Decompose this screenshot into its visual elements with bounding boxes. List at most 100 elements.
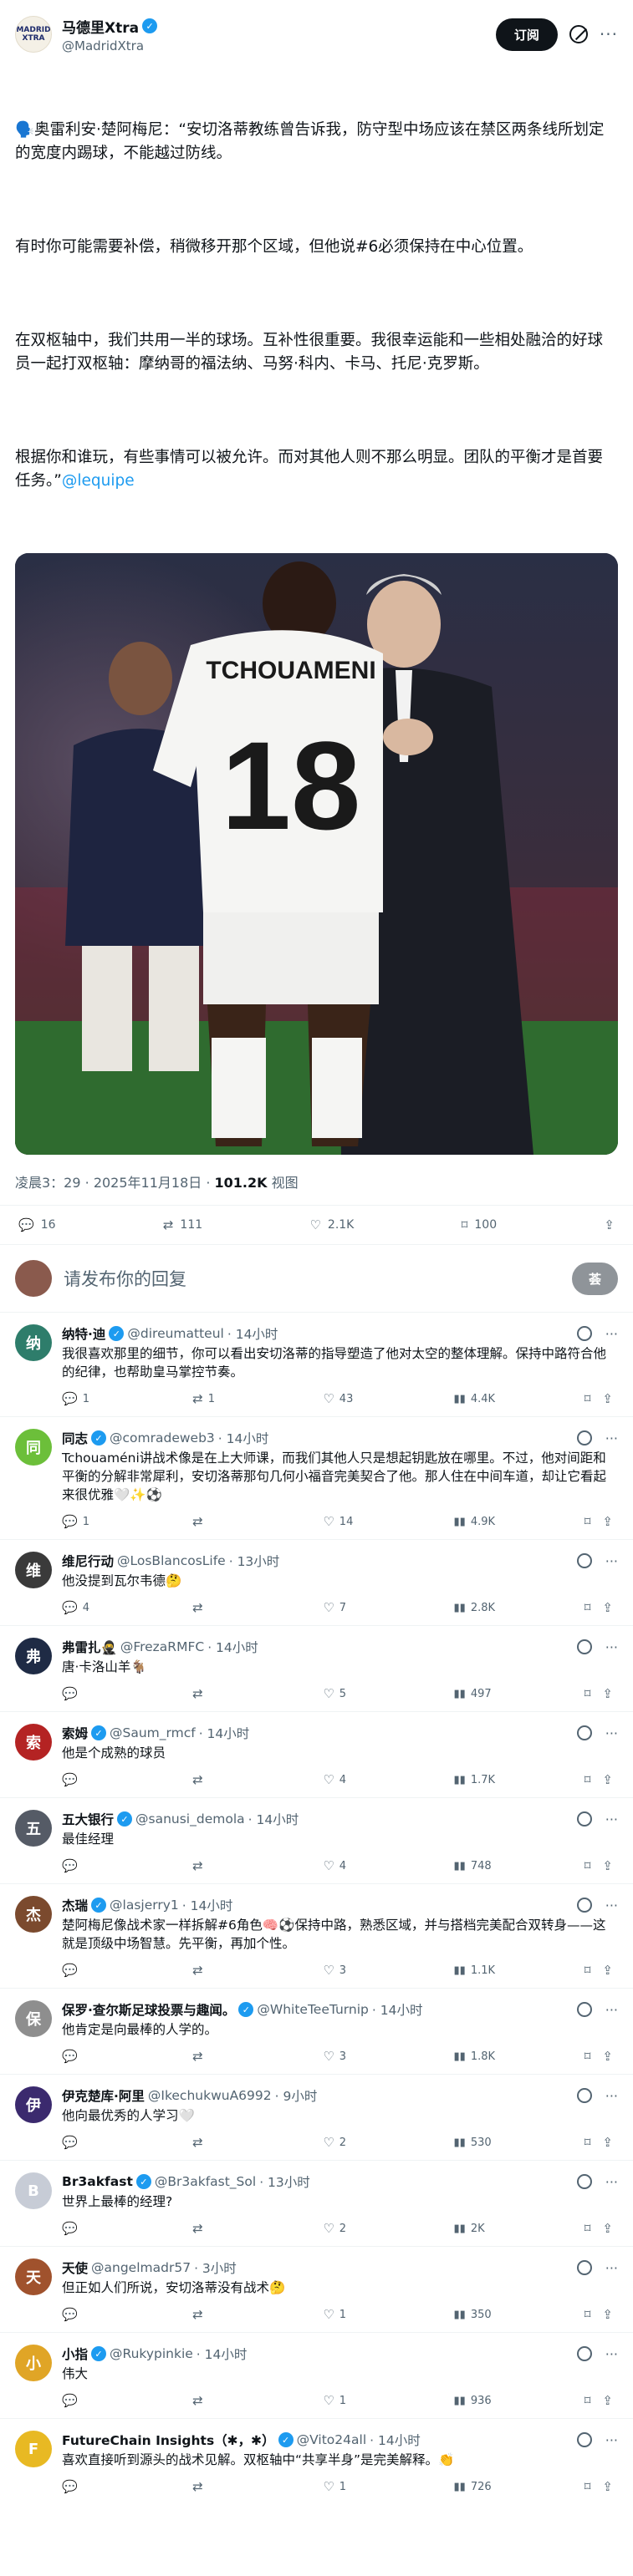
reply-avatar[interactable]: F (15, 2431, 52, 2467)
retweet-action[interactable]: ⇄ (192, 2049, 242, 2064)
share-icon[interactable]: ⇪ (602, 2049, 613, 2064)
more-options-icon[interactable]: ··· (605, 2260, 618, 2276)
reply-time[interactable]: · 9小时 (275, 2086, 318, 2105)
views-action[interactable]: ▮▮ 4.9K (454, 1514, 504, 1529)
tweet-photo[interactable]: TCHOUAMENI 18 (15, 553, 618, 1155)
bookmark-icon[interactable]: ⌑ (585, 1514, 591, 1529)
reply-author-name[interactable]: 小指 (62, 2345, 88, 2363)
reply-action[interactable]: 💬 1 (62, 1514, 112, 1529)
reply-author-name[interactable]: Br3akfast (62, 2174, 133, 2189)
reply-item[interactable]: 天 天使 @angelmadr57 · 3小时 ··· 但正如人们所说，安切洛蒂… (0, 2246, 633, 2332)
like-action[interactable]: ♡ 2 (323, 2221, 373, 2236)
reply-author-handle[interactable]: @sanusi_demola (135, 1811, 245, 1827)
bookmark-icon[interactable]: ⌑ (585, 1391, 591, 1406)
retweet-action[interactable]: ⇄ (192, 1858, 242, 1873)
like-action[interactable]: ♡ 7 (323, 1600, 373, 1615)
grok-icon[interactable] (576, 2346, 592, 2361)
reply-item[interactable]: 弗 弗雷扎🥷 @FrezaRMFC · 14小时 ··· 唐·卡洛山羊🐐 💬 ⇄… (0, 1625, 633, 1711)
reply-time[interactable]: · 14小时 (218, 1429, 269, 1447)
reply-submit-button[interactable]: 荟 (571, 1262, 618, 1295)
retweet-action[interactable]: ⇄ (192, 1600, 242, 1615)
grok-icon[interactable] (576, 1430, 592, 1446)
more-options-icon[interactable]: ··· (605, 1639, 618, 1655)
share-icon[interactable]: ⇪ (602, 1600, 613, 1615)
reply-avatar[interactable]: 五 (15, 1810, 52, 1847)
reply-input[interactable]: 请发布你的回复 (64, 1266, 572, 1291)
bookmark-icon[interactable]: ⌑ (585, 2479, 591, 2494)
views-action[interactable]: ▮▮ 726 (454, 2479, 504, 2494)
share-icon[interactable]: ⇪ (602, 2479, 613, 2494)
views-action[interactable]: ▮▮ 2K (454, 2221, 504, 2236)
subscribe-button[interactable]: 订阅 (495, 18, 558, 51)
reply-item[interactable]: 保 保罗·查尔斯足球投票与趣闻。 ✓ @WhiteTeeTurnip · 14小… (0, 1988, 633, 2074)
views-action[interactable]: ▮▮ 2.8K (454, 1600, 504, 1615)
reply-item[interactable]: 同 同志 ✓ @comradeweb3 · 14小时 ··· Tchouamén… (0, 1416, 633, 1539)
more-options-icon[interactable]: ··· (605, 2346, 618, 2362)
reply-author-handle[interactable]: @IkechukwuA6992 (148, 2088, 272, 2103)
reply-item[interactable]: 纳 纳特·迪 ✓ @direumatteul · 14小时 ··· 我很喜欢那里… (0, 1312, 633, 1416)
views-action[interactable]: ▮▮ 4.4K (454, 1391, 504, 1406)
reply-item[interactable]: 伊 伊克楚库·阿里 @IkechukwuA6992 · 9小时 ··· 他向最优… (0, 2074, 633, 2160)
share-icon[interactable]: ⇪ (602, 2135, 613, 2150)
views-action[interactable]: ▮▮ 530 (454, 2135, 504, 2150)
share-icon[interactable]: ⇪ (602, 1963, 613, 1978)
more-options-icon[interactable]: ··· (605, 1725, 618, 1741)
grok-icon[interactable] (576, 1553, 592, 1568)
views-action[interactable]: ▮▮ 1.7K (454, 1772, 504, 1787)
reply-author-handle[interactable]: @comradeweb3 (110, 1430, 215, 1446)
reply-time[interactable]: · 13小时 (229, 1552, 280, 1570)
reply-author-name[interactable]: 弗雷扎🥷 (62, 1638, 117, 1656)
reply-time[interactable]: · 14小时 (372, 2000, 423, 2019)
reply-author-handle[interactable]: @direumatteul (127, 1326, 223, 1341)
reply-action[interactable]: 💬 (62, 1686, 112, 1701)
like-action[interactable]: ♡ 1 (323, 2393, 373, 2408)
like-action[interactable]: ♡ 4 (323, 1858, 373, 1873)
like-action[interactable]: ♡ 1 (323, 2479, 373, 2494)
bookmark-icon[interactable]: ⌑ (585, 1686, 591, 1701)
tweet-time[interactable]: 凌晨3：29 (15, 1175, 81, 1191)
grok-icon[interactable] (576, 1898, 592, 1913)
reply-action[interactable]: 💬 (62, 1772, 112, 1787)
bookmark-icon[interactable]: ⌑ (585, 2393, 591, 2408)
share-icon[interactable]: ⇪ (602, 2221, 613, 2236)
more-options-icon[interactable]: ··· (605, 1553, 618, 1569)
grok-icon[interactable] (576, 1639, 592, 1654)
bookmark-icon[interactable]: ⌑ (585, 2049, 591, 2064)
reply-author-handle[interactable]: @FrezaRMFC (120, 1639, 204, 1654)
like-action[interactable]: ♡ 1 (323, 2307, 373, 2322)
views-action[interactable]: ▮▮ 748 (454, 1858, 504, 1873)
bookmark-icon[interactable]: ⌑ (585, 1963, 591, 1978)
grok-icon[interactable] (569, 25, 588, 43)
reply-item[interactable]: B Br3akfast ✓ @Br3akfast_Sol · 13小时 ··· … (0, 2160, 633, 2246)
reply-action[interactable]: 💬 1 (62, 1391, 112, 1406)
views-action[interactable]: ▮▮ 497 (454, 1686, 504, 1701)
share-icon[interactable]: ⇪ (602, 1686, 613, 1701)
grok-icon[interactable] (576, 1811, 592, 1827)
reply-author-handle[interactable]: @Saum_rmcf (110, 1725, 196, 1740)
like-action[interactable]: ♡ 3 (323, 1963, 373, 1978)
reply-action[interactable]: 💬 16 (18, 1217, 56, 1232)
retweet-action[interactable]: ⇄ (192, 1963, 242, 1978)
reply-author-name[interactable]: 同志 (62, 1429, 88, 1447)
reply-author-handle[interactable]: @WhiteTeeTurnip (257, 2002, 368, 2017)
reply-time[interactable]: · 14小时 (207, 1638, 258, 1656)
retweet-action[interactable]: ⇄ (192, 2221, 242, 2236)
like-action[interactable]: ♡ 14 (323, 1514, 373, 1529)
reply-time[interactable]: · 14小时 (182, 1896, 233, 1914)
bookmark-action[interactable]: ⌑ 100 (462, 1217, 497, 1232)
retweet-action[interactable]: ⇄ 111 (163, 1217, 202, 1232)
reply-time[interactable]: · 14小时 (197, 2345, 248, 2363)
mention-link[interactable]: @lequipe (62, 472, 135, 490)
grok-icon[interactable] (576, 2260, 592, 2275)
views-action[interactable]: ▮▮ 1.1K (454, 1963, 504, 1978)
reply-author-name[interactable]: 天使 (62, 2258, 88, 2277)
reply-author-name[interactable]: 维尼行动 (62, 1552, 114, 1570)
reply-author-name[interactable]: 保罗·查尔斯足球投票与趣闻。 (62, 2000, 235, 2019)
reply-item[interactable]: 索 索姆 ✓ @Saum_rmcf · 14小时 ··· 他是个成熟的球员 💬 … (0, 1711, 633, 1797)
reply-action[interactable]: 💬 (62, 1963, 112, 1978)
reply-time[interactable]: · 3小时 (194, 2258, 237, 2277)
reply-time[interactable]: · 14小时 (199, 1724, 250, 1742)
like-action[interactable]: ♡ 2.1K (309, 1217, 354, 1232)
reply-author-handle[interactable]: @lasjerry1 (110, 1898, 179, 1913)
bookmark-icon[interactable]: ⌑ (585, 2135, 591, 2150)
